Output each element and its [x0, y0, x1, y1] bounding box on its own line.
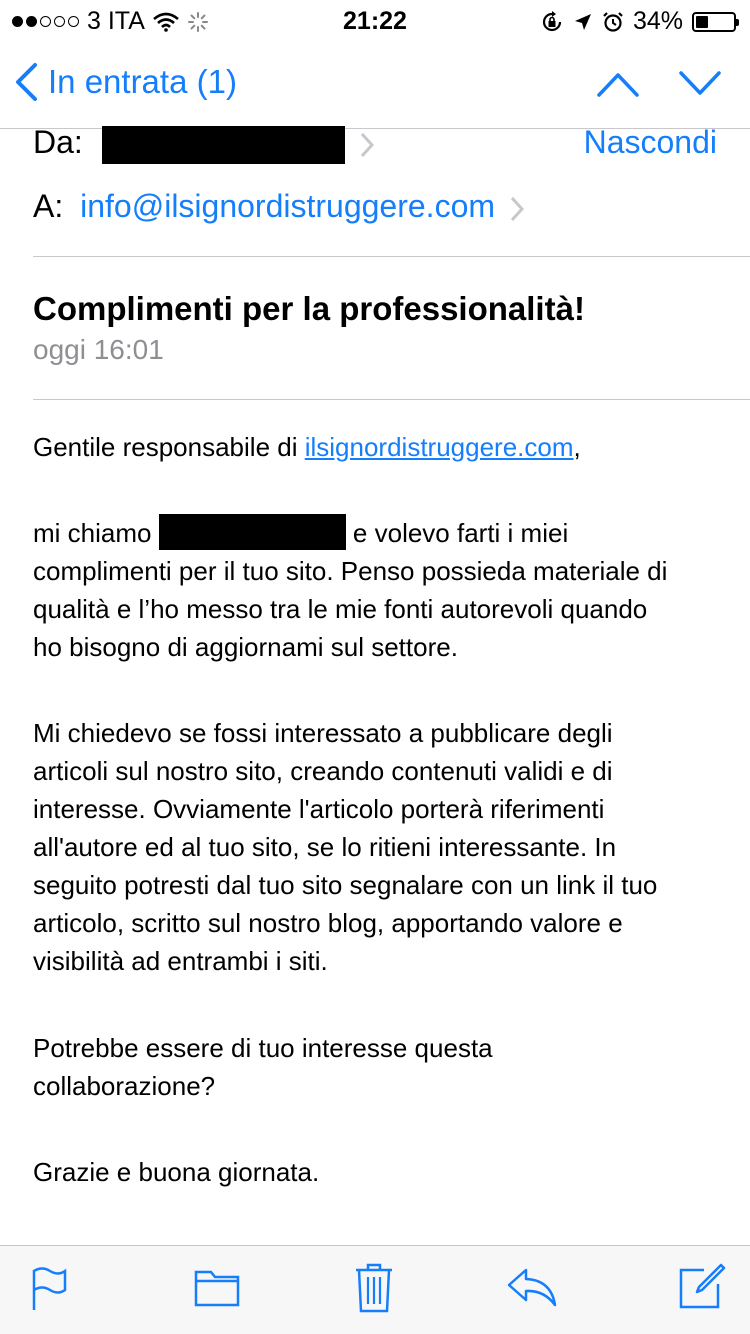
bottom-toolbar: [0, 1245, 750, 1334]
message-subject: Complimenti per la professionalità!: [33, 290, 585, 327]
message-paragraph-2: Mi chiedevo se fossi interessato a pubbl…: [33, 714, 723, 980]
battery-icon: [692, 11, 739, 32]
to-label: A:: [33, 188, 64, 224]
to-row: A: info@ilsignordistruggere.com: [33, 188, 524, 225]
message-greeting: Gentile responsabile di ilsignordistrugg…: [33, 428, 723, 466]
p3-line: collaborazione?: [33, 1071, 216, 1101]
message-paragraph-3: Potrebbe essere di tuo interesse questa …: [33, 1029, 723, 1105]
from-label: Da:: [33, 124, 83, 160]
p1-line: complimenti per il tuo sito. Penso possi…: [33, 556, 668, 586]
status-bar: 3 ITA 21:22 34%: [0, 0, 750, 40]
status-right: 34%: [540, 7, 739, 36]
location-icon: [574, 13, 591, 30]
battery-percent: 34%: [632, 7, 683, 35]
compose-icon[interactable]: [678, 1262, 726, 1310]
back-button-label: In entrata (1): [48, 63, 237, 100]
message-date: oggi 16:01: [33, 334, 164, 365]
message-closing: Grazie e buona giornata.: [33, 1157, 320, 1187]
p2-line: all'autore ed al tuo sito, se lo ritieni…: [33, 832, 617, 862]
chevron-right-icon: [510, 196, 524, 221]
alarm-icon: [603, 11, 623, 32]
rotation-lock-icon: [542, 10, 562, 31]
redacted-name: [158, 514, 346, 550]
p2-line: articolo, scritto sul nostro blog, appor…: [33, 908, 623, 938]
hide-details-button[interactable]: Nascondi: [584, 124, 717, 161]
greeting-suffix: ,: [573, 432, 581, 462]
from-row[interactable]: Da:: [33, 124, 374, 164]
p2-line: seguito potresti dal tuo sito segnalare …: [33, 870, 658, 900]
to-address[interactable]: info@ilsignordistruggere.com: [80, 188, 495, 224]
chevron-left-icon: [16, 63, 37, 101]
redacted-sender: [101, 125, 345, 164]
p2-line: visibilità ad entrambi i siti.: [33, 946, 328, 976]
greeting-prefix: Gentile responsabile di: [33, 432, 305, 462]
p1-prefix: mi chiamo: [33, 518, 159, 548]
trash-icon[interactable]: [354, 1262, 394, 1314]
back-button[interactable]: In entrata (1): [14, 62, 237, 102]
next-message-button[interactable]: [678, 64, 722, 104]
folder-icon[interactable]: [194, 1266, 240, 1308]
flag-icon[interactable]: [30, 1266, 68, 1312]
message-nav: [596, 64, 722, 104]
previous-message-button[interactable]: [596, 64, 640, 104]
p3-line: Potrebbe essere di tuo interesse questa: [33, 1033, 493, 1063]
divider: [33, 399, 750, 400]
p1-line: qualità e l’ho messo tra le mie fonti au…: [33, 594, 648, 624]
p1-rest: e volevo farti i miei: [345, 518, 569, 548]
chevron-right-icon: [360, 132, 374, 157]
divider: [33, 256, 750, 257]
message-paragraph-1: mi chiamo e volevo farti i miei complime…: [33, 514, 723, 666]
p2-line: interesse. Ovviamente l'articolo porterà…: [33, 794, 605, 824]
greeting-link[interactable]: ilsignordistruggere.com: [305, 432, 574, 462]
reply-icon[interactable]: [506, 1266, 558, 1308]
p1-line: ho bisogno di aggiornami sul settore.: [33, 632, 458, 662]
nav-bar: In entrata (1): [0, 40, 750, 129]
p2-line: Mi chiedevo se fossi interessato a pubbl…: [33, 718, 613, 748]
p2-line: articoli sul nostro sito, creando conten…: [33, 756, 613, 786]
